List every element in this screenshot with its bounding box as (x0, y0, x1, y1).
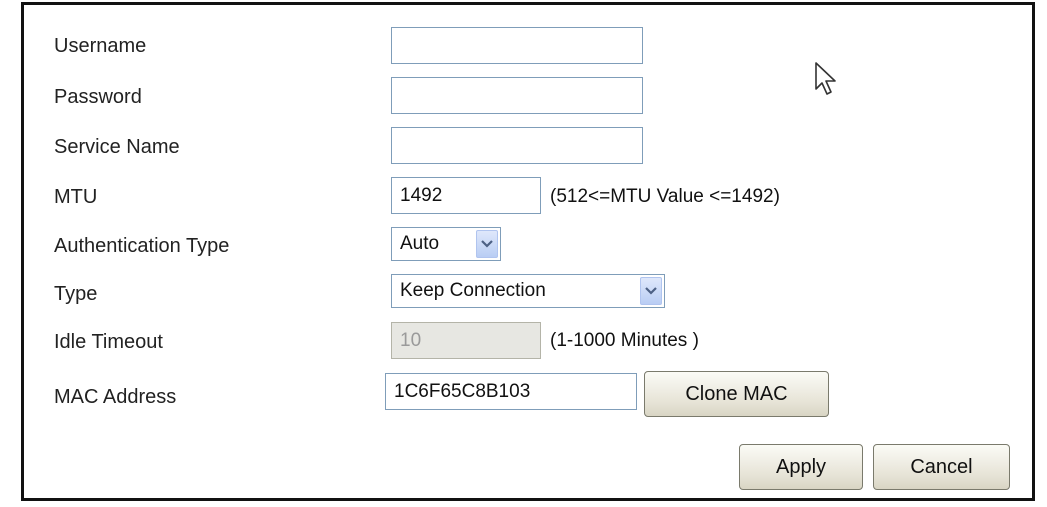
connection-type-select[interactable]: Keep Connection (391, 274, 665, 308)
mtu-range-hint: (512<=MTU Value <=1492) (550, 186, 780, 207)
apply-button[interactable]: Apply (739, 444, 863, 490)
username-label: Username (54, 35, 147, 57)
connection-type-value: Keep Connection (400, 280, 546, 301)
mac-address-field[interactable] (385, 373, 637, 410)
clone-mac-button[interactable]: Clone MAC (644, 371, 829, 417)
service-name-label: Service Name (54, 136, 180, 158)
authentication-type-label: Authentication Type (54, 235, 230, 257)
username-field[interactable] (391, 27, 643, 64)
service-name-field[interactable] (391, 127, 643, 164)
password-label: Password (54, 86, 142, 108)
pppoe-settings-panel: Username Password Service Name MTU (512<… (21, 2, 1035, 501)
mtu-label: MTU (54, 186, 98, 208)
mtu-field[interactable] (391, 177, 541, 214)
idle-timeout-range-hint: (1-1000 Minutes ) (550, 330, 699, 351)
chevron-down-icon[interactable] (640, 277, 662, 305)
idle-timeout-label: Idle Timeout (54, 331, 163, 353)
idle-timeout-field (391, 322, 541, 359)
cancel-button[interactable]: Cancel (873, 444, 1010, 490)
authentication-type-select[interactable]: Auto (391, 227, 501, 261)
type-label: Type (54, 283, 98, 305)
mac-address-label: MAC Address (54, 386, 177, 408)
chevron-down-icon[interactable] (476, 230, 498, 258)
password-field[interactable] (391, 77, 643, 114)
mouse-pointer-icon (814, 61, 840, 102)
authentication-type-value: Auto (400, 233, 440, 254)
